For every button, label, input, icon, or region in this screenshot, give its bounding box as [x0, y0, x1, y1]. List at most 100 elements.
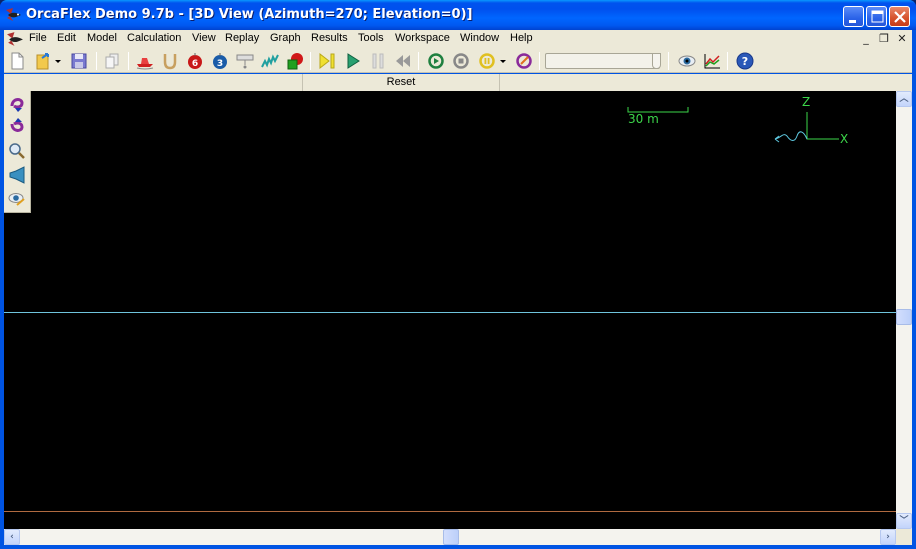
simulation-state-label: Reset [302, 74, 500, 91]
replay-parameters-button[interactable] [515, 52, 533, 70]
new-winch-icon [236, 54, 254, 69]
reset-simulation-button[interactable] [394, 52, 412, 70]
save-button[interactable] [70, 52, 88, 70]
seabed-line [4, 511, 896, 512]
document-icon[interactable] [6, 31, 24, 47]
close-icon [894, 11, 906, 23]
toolbar-separator [418, 52, 419, 70]
new-link-button[interactable] [261, 52, 279, 70]
toolbar-separator [310, 52, 311, 70]
view-parameters-button[interactable] [678, 52, 696, 70]
run-simulation-button[interactable] [344, 52, 362, 70]
orcaflex-logo-icon [6, 8, 21, 21]
results-graph-icon [704, 54, 720, 69]
menu-graph[interactable]: Graph [270, 32, 301, 44]
rotate-up-icon[interactable] [8, 94, 26, 112]
static-analysis-icon [319, 52, 335, 70]
new-button[interactable] [8, 52, 26, 70]
new-line-button[interactable] [161, 52, 179, 70]
pause-replay-icon [479, 53, 495, 69]
scrollbar-corner [896, 529, 912, 545]
open-button[interactable] [34, 52, 52, 70]
mdi-minimize-button[interactable]: _ [858, 32, 874, 46]
horizontal-scrollbar[interactable]: ‹ › [4, 529, 896, 545]
menu-view[interactable]: View [192, 32, 216, 44]
scroll-right-button[interactable]: › [880, 529, 896, 545]
vertical-scrollbar[interactable]: ︿ ﹀ [896, 91, 912, 529]
title-bar[interactable]: OrcaFlex Demo 9.7b - [3D View (Azimuth=2… [0, 0, 916, 30]
menu-edit[interactable]: Edit [57, 32, 76, 44]
new-3d-buoy-button[interactable]: 3 [211, 52, 229, 70]
pause-replay-button[interactable] [478, 52, 496, 70]
x-axis-label: X [840, 132, 849, 146]
svg-text:3: 3 [217, 59, 223, 69]
eye-icon [678, 55, 696, 67]
scroll-down-button[interactable]: ﹀ [896, 513, 912, 529]
new-3d-buoy-icon: 3 [213, 53, 227, 69]
menu-window[interactable]: Window [460, 32, 499, 44]
menu-results[interactable]: Results [311, 32, 348, 44]
replay-slider[interactable] [545, 53, 661, 69]
menu-replay[interactable]: Replay [225, 32, 259, 44]
axes-indicator [774, 112, 839, 143]
pause-simulation-button[interactable] [369, 52, 387, 70]
minimize-button[interactable] [843, 6, 864, 27]
stop-replay-button[interactable] [452, 52, 470, 70]
zoom-icon[interactable] [8, 142, 26, 160]
copy-button[interactable] [103, 52, 121, 70]
new-vessel-icon [136, 58, 154, 70]
replay-dropdown-button[interactable] [499, 52, 507, 70]
rotate-down-icon[interactable] [8, 118, 26, 136]
menu-model[interactable]: Model [87, 32, 117, 44]
view-direction-icon[interactable] [8, 166, 26, 184]
horizontal-scroll-thumb[interactable] [443, 529, 459, 545]
help-icon: ? [736, 52, 754, 70]
menu-calculation[interactable]: Calculation [127, 32, 181, 44]
save-icon [71, 53, 87, 69]
maximize-button[interactable] [866, 6, 887, 27]
view-tools-palette [4, 91, 31, 213]
help-button[interactable]: ? [736, 52, 754, 70]
replay-parameters-icon [516, 53, 532, 69]
menu-help[interactable]: Help [510, 32, 533, 44]
window-title: OrcaFlex Demo 9.7b - [3D View (Azimuth=2… [26, 7, 473, 22]
new-vessel-button[interactable] [136, 52, 154, 70]
open-icon [36, 53, 49, 70]
replay-dropdown-icon [500, 60, 506, 63]
new-winch-button[interactable] [236, 52, 254, 70]
results-button[interactable] [703, 52, 721, 70]
scroll-left-button[interactable]: ‹ [4, 529, 20, 545]
mdi-close-button[interactable]: ✕ [894, 32, 910, 46]
stop-replay-icon [453, 53, 469, 69]
maximize-icon [871, 10, 884, 23]
svg-text:6: 6 [192, 59, 198, 69]
mdi-restore-button[interactable]: ❐ [876, 32, 892, 46]
pause-simulation-icon [372, 53, 384, 69]
open-dropdown-button[interactable] [54, 52, 62, 70]
menu-workspace[interactable]: Workspace [395, 32, 450, 44]
menu-bar: File Edit Model Calculation View Replay … [4, 30, 912, 49]
menu-tools[interactable]: Tools [358, 32, 384, 44]
menu-file[interactable]: File [29, 32, 47, 44]
simulation-status-bar: Reset [4, 74, 912, 91]
sea-surface-line [4, 312, 896, 313]
new-line-icon [163, 54, 177, 70]
new-6d-buoy-button[interactable]: 6 [186, 52, 204, 70]
z-axis-label: Z [802, 95, 811, 109]
close-button[interactable] [889, 6, 910, 27]
replay-slider-thumb[interactable] [652, 53, 661, 69]
start-replay-button[interactable] [427, 52, 445, 70]
scroll-up-button[interactable]: ︿ [896, 91, 912, 107]
vertical-scroll-thumb[interactable] [896, 309, 912, 325]
new-6d-buoy-icon: 6 [188, 53, 202, 69]
3d-view-canvas[interactable]: 30 m Z X [4, 91, 896, 529]
svg-text:?: ? [742, 55, 748, 68]
view-properties-icon[interactable] [8, 190, 26, 208]
minimize-icon [849, 20, 856, 23]
toolbar: 6 3 ? [4, 49, 912, 73]
new-shape-button[interactable] [286, 52, 304, 70]
toolbar-separator [727, 52, 728, 70]
static-analysis-button[interactable] [318, 52, 336, 70]
toolbar-separator [539, 52, 540, 70]
new-shape-icon [287, 53, 303, 70]
